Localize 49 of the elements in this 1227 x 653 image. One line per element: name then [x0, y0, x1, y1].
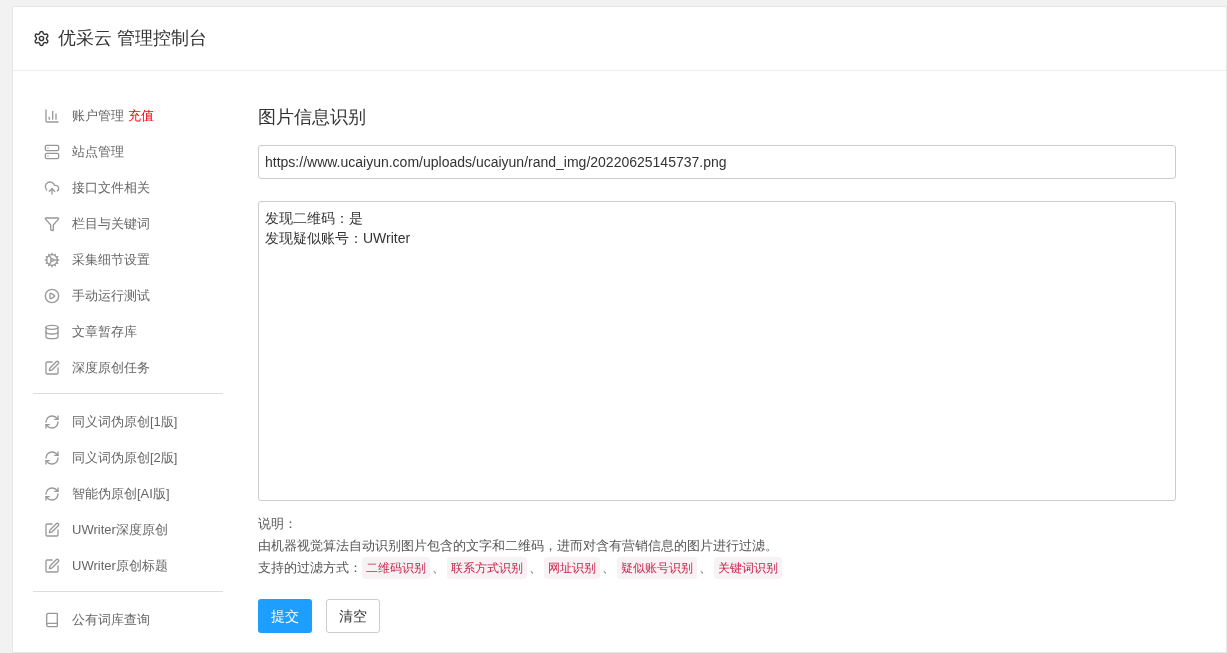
- sidebar-item[interactable]: 站点管理: [72, 142, 124, 162]
- sidebar-item[interactable]: 接口文件相关: [72, 178, 150, 198]
- sidebar-item[interactable]: 账户管理: [72, 106, 124, 126]
- separator-mark: 、: [698, 560, 713, 577]
- methods-label: 支持的过滤方式：: [258, 560, 362, 577]
- filter-method-tag: 二维码识别: [362, 557, 430, 579]
- sidebar-item[interactable]: 公有词库查询: [72, 610, 150, 630]
- edit-icon: [44, 558, 60, 574]
- edit-icon: [44, 522, 60, 538]
- settings-icon: [33, 30, 50, 47]
- server-icon: [44, 144, 60, 160]
- description-text: 由机器视觉算法自动识别图片包含的文字和二维码，进而对含有营销信息的图片进行过滤。: [258, 539, 778, 553]
- result-line: 发现疑似账号：UWriter: [265, 229, 412, 248]
- refresh-icon: [44, 414, 60, 430]
- sidebar-item[interactable]: 深度原创任务: [72, 358, 150, 378]
- sidebar-item[interactable]: 同义词伪原创[1版]: [72, 412, 178, 432]
- bar-chart-icon: [44, 108, 60, 124]
- separator-mark: 、: [431, 560, 446, 577]
- filter-method-tag: 网址识别: [544, 557, 600, 579]
- sidebar-item[interactable]: 智能伪原创[AI版]: [72, 484, 170, 504]
- filter-icon: [44, 216, 60, 232]
- url-field[interactable]: https://www.ucaiyun.com/uploads/ucaiyun/rand_img/20220625145737.png: [258, 145, 1176, 179]
- sidebar-item[interactable]: 文章暂存库: [72, 322, 137, 342]
- sidebar-item[interactable]: UWriter深度原创: [72, 520, 168, 540]
- filter-method-tag: 关键词识别: [714, 557, 782, 579]
- sidebar-item[interactable]: 栏目与关键词: [72, 214, 150, 234]
- note-label: 说明：: [258, 517, 297, 531]
- refresh-icon: [44, 450, 60, 466]
- separator-mark: 、: [601, 560, 616, 577]
- book-icon: [44, 612, 60, 628]
- filter-method-tag: 联系方式识别: [447, 557, 527, 579]
- gears-icon: [44, 252, 60, 268]
- recharge-link[interactable]: 充值: [128, 106, 154, 126]
- sidebar-item[interactable]: 同义词伪原创[2版]: [72, 448, 178, 468]
- section-title: 图片信息识别: [258, 106, 367, 129]
- edit-icon: [44, 360, 60, 376]
- cloud-upload-icon: [44, 180, 60, 196]
- database-icon: [44, 324, 60, 340]
- refresh-icon: [44, 486, 60, 502]
- window-title: 优采云 管理控制台: [58, 27, 207, 50]
- separator-mark: 、: [528, 560, 543, 577]
- result-line: 发现二维码：是: [265, 209, 364, 228]
- result-textarea[interactable]: 发现二维码：是 发现疑似账号：UWriter: [258, 201, 1176, 501]
- sidebar-item[interactable]: 采集细节设置: [72, 250, 150, 270]
- clear-button[interactable]: 清空: [326, 599, 380, 633]
- sidebar-item[interactable]: 手动运行测试: [72, 286, 150, 306]
- sidebar-item[interactable]: UWriter原创标题: [72, 556, 168, 576]
- filter-method-tag: 疑似账号识别: [617, 557, 697, 579]
- play-icon: [44, 288, 60, 304]
